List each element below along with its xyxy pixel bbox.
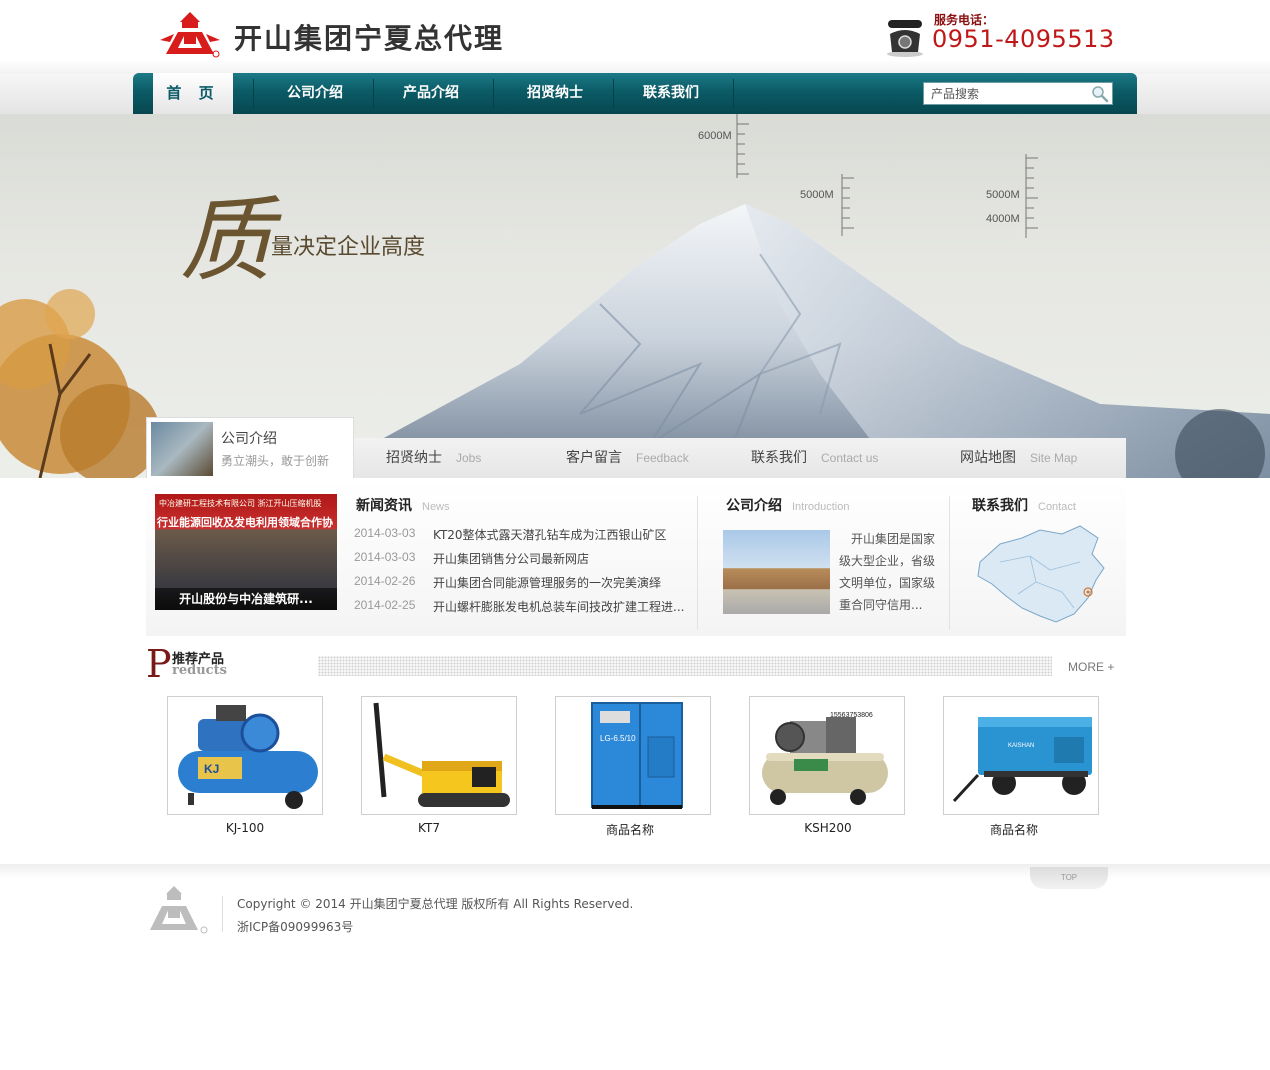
- news-date: 2014-03-03: [354, 550, 416, 564]
- china-map-icon[interactable]: [970, 522, 1110, 628]
- divider: [697, 496, 698, 630]
- compressor-brand-text: KAISHAN: [1008, 743, 1034, 749]
- air-compressor-blue-image: KJ: [178, 705, 318, 809]
- site-title: 开山集团宁夏总代理: [234, 22, 505, 55]
- list-item[interactable]: 2014-03-03 KT20整体式露天潜孔钻车成为江西银山矿区: [354, 526, 694, 550]
- altitude-label: 6000M: [698, 130, 732, 142]
- news-link[interactable]: 开山集团销售分公司最新网店: [433, 550, 691, 567]
- product-card[interactable]: 15563753806: [749, 696, 905, 815]
- product-card[interactable]: [361, 696, 517, 815]
- news-date: 2014-02-25: [354, 598, 416, 612]
- list-item[interactable]: 2014-02-26 开山集团合同能源管理服务的一次完美演绎: [354, 574, 694, 598]
- search-box: [923, 82, 1113, 105]
- screw-compressor-image: LG-6.5/10: [591, 702, 683, 809]
- tab-label-en: Feedback: [636, 451, 689, 465]
- tab-about-active[interactable]: 公司介绍 勇立潮头，敢于创新: [146, 417, 354, 478]
- nav-item-products[interactable]: 产品介绍: [371, 73, 491, 114]
- tab-label-en: Jobs: [456, 451, 482, 465]
- footer-logo-icon: [150, 886, 208, 934]
- news-title-cn: 新闻资讯: [356, 498, 412, 514]
- tab-label: 招贤纳士: [386, 450, 442, 466]
- tab-active-title: 公司介绍: [221, 431, 277, 447]
- footer-copyright: Copyright © 2014 开山集团宁夏总代理 版权所有 All Righ…: [237, 897, 634, 911]
- intro-title-cn: 公司介绍: [726, 498, 782, 514]
- product-card[interactable]: KJ: [167, 696, 323, 815]
- nav-divider: [493, 79, 494, 109]
- info-section: 中冶建研工程技术有限公司 浙江开山压缩机股 行业能源回收及发电利用领域合作协 开…: [146, 478, 1126, 636]
- news-section-title: 新闻资讯 News: [356, 495, 450, 515]
- news-title-en: News: [422, 501, 450, 513]
- tab-label: 客户留言: [566, 450, 622, 466]
- intro-text: 开山集团是国家级大型企业，省级文明单位，国家级重合同守信用...: [839, 532, 936, 612]
- product-name[interactable]: KT7: [351, 821, 507, 835]
- product-card[interactable]: KAISHAN: [943, 696, 1099, 815]
- tab-contact[interactable]: 联系我们 Contact us: [751, 438, 878, 478]
- compressor-model-text: LG-6.5/10: [600, 734, 636, 743]
- header: 开山集团宁夏总代理 服务电话： 0951-4095513: [0, 0, 1270, 74]
- intro-section-title: 公司介绍 Introduction: [726, 495, 849, 515]
- product-name[interactable]: KJ-100: [167, 821, 323, 835]
- photo-banner-text: 中冶建研工程技术有限公司 浙江开山压缩机股: [159, 499, 322, 508]
- altitude-label: 4000M: [986, 213, 1020, 225]
- intro-title-en: Introduction: [792, 501, 850, 513]
- altitude-label: 5000M: [986, 189, 1020, 201]
- nav-item-contact[interactable]: 联系我们: [611, 73, 731, 114]
- nav-item-home[interactable]: 首 页: [153, 73, 233, 114]
- tab-label-en: Contact us: [821, 451, 879, 465]
- product-name[interactable]: KSH200: [750, 821, 906, 835]
- news-link[interactable]: 开山集团合同能源管理服务的一次完美演绎: [433, 574, 691, 591]
- more-link[interactable]: MORE +: [1068, 660, 1114, 674]
- nav-divider: [733, 79, 734, 109]
- divider: [949, 496, 950, 630]
- drill-rig-yellow-image: [373, 702, 510, 807]
- tab-jobs[interactable]: 招贤纳士 Jobs: [386, 438, 481, 478]
- altitude-label: 5000M: [800, 189, 834, 201]
- phone-number[interactable]: 0951-4095513: [932, 25, 1115, 53]
- news-date: 2014-03-03: [354, 526, 416, 540]
- search-input[interactable]: [924, 83, 1084, 104]
- contact-title-en: Contact: [1038, 501, 1076, 513]
- tab-active-subtitle: 勇立潮头，敢于创新: [221, 454, 330, 468]
- news-link[interactable]: KT20整体式露天潜孔钻车成为江西银山矿区: [433, 526, 691, 543]
- company-building-photo[interactable]: [723, 530, 830, 614]
- telephone-icon: [887, 20, 923, 57]
- compressor-badge-text: KJ: [204, 762, 219, 776]
- product-name[interactable]: 商品名称: [552, 821, 708, 838]
- product-name[interactable]: 商品名称: [936, 821, 1092, 838]
- news-date: 2014-02-26: [354, 574, 416, 588]
- dotted-divider: [318, 656, 1052, 676]
- footer-icp[interactable]: 浙ICP备09099963号: [237, 918, 353, 935]
- nav-item-jobs[interactable]: 招贤纳士: [495, 73, 615, 114]
- tab-feedback[interactable]: 客户留言 Feedback: [566, 438, 689, 478]
- photo-banner-text: 行业能源回收及发电利用领域合作协: [157, 516, 333, 529]
- slogan-text: 量决定企业高度: [271, 235, 426, 260]
- list-item[interactable]: 2014-03-03 开山集团销售分公司最新网店: [354, 550, 694, 574]
- portable-compressor-image: KAISHAN: [952, 717, 1092, 803]
- tab-label-en: Site Map: [1030, 451, 1078, 465]
- nav-divider: [253, 79, 254, 109]
- footer-separator: [222, 896, 223, 932]
- news-photo-caption: 开山股份与中冶建筑研...: [155, 588, 337, 610]
- news-link[interactable]: 开山螺杆膨胀发电机总装车间技改扩建工程进...: [433, 598, 691, 615]
- search-icon[interactable]: [1091, 85, 1109, 103]
- air-compressor-beige-image: 15563753806: [762, 712, 888, 805]
- tab-label: 联系我们: [751, 450, 807, 466]
- contact-title-cn: 联系我们: [972, 498, 1028, 514]
- list-item[interactable]: 2014-02-25 开山螺杆膨胀发电机总装车间技改扩建工程进...: [354, 598, 694, 622]
- kaishan-logo-icon[interactable]: [158, 10, 222, 60]
- products-heading-en: reducts: [172, 663, 227, 678]
- slogan-character: 质: [180, 187, 273, 294]
- news-photo[interactable]: 中冶建研工程技术有限公司 浙江开山压缩机股 行业能源回收及发电利用领域合作协 开…: [155, 494, 337, 610]
- tab-label: 网站地图: [960, 450, 1016, 466]
- product-card[interactable]: LG-6.5/10: [555, 696, 711, 815]
- climber-thumbnail: [151, 422, 213, 476]
- contact-section-title: 联系我们 Contact: [972, 495, 1076, 515]
- products-heading-letter: P: [146, 642, 172, 686]
- main-nav: 首 页 公司介绍 产品介绍 招贤纳士 联系我们: [133, 73, 1137, 114]
- back-to-top-button[interactable]: TOP: [1030, 867, 1108, 889]
- page: 开山集团宁夏总代理 服务电话： 0951-4095513 首 页 公司介绍 产品…: [0, 0, 1270, 1070]
- nav-item-about[interactable]: 公司介绍: [255, 73, 375, 114]
- tab-sitemap[interactable]: 网站地图 Site Map: [960, 438, 1077, 478]
- products-header: P 推荐产品 reducts MORE +: [146, 642, 1126, 686]
